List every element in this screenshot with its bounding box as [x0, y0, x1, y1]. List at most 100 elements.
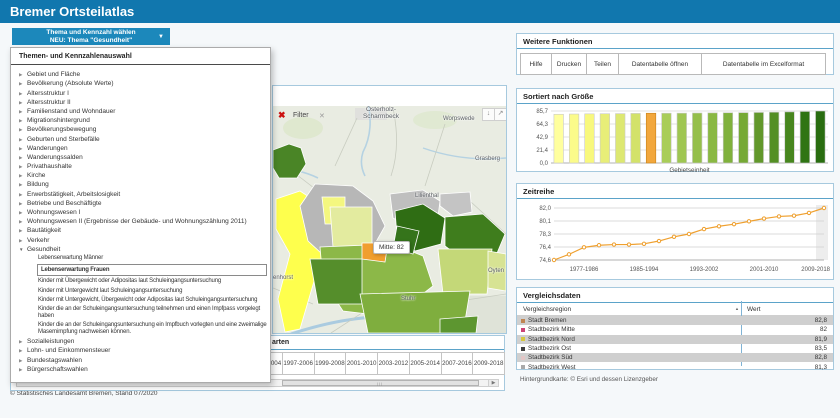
time-period-button[interactable]: 2007-2016 [441, 352, 474, 375]
menu-item[interactable]: ▶Kirche [14, 172, 267, 179]
table-row[interactable]: Stadtbezirk Ost83,5 [517, 344, 833, 353]
scrollbar-thumb[interactable]: ||| [282, 380, 479, 386]
function-button[interactable]: Drucken [551, 53, 587, 75]
menu-item[interactable]: ▶Wanderungen [14, 145, 267, 152]
function-button[interactable]: Teilen [586, 53, 619, 75]
menu-item[interactable]: ▼Gesundheit [14, 246, 267, 253]
menu-item[interactable]: ▶Bundestagswahlen [14, 357, 267, 364]
menu-item[interactable]: Kinder mit Untergewicht laut Schuleingan… [14, 288, 267, 295]
menu-item[interactable]: ▶Altersstruktur I [14, 90, 267, 97]
data-point-marker[interactable] [612, 243, 615, 246]
bar[interactable] [800, 111, 810, 163]
bar[interactable] [723, 113, 733, 163]
menu-item[interactable]: Kinder die an der Schuleingangsuntersuch… [14, 322, 267, 336]
menu-item[interactable]: Kinder die an der Schuleingangsuntersuch… [14, 306, 267, 320]
column-header-region[interactable]: Vergleichsregion [523, 306, 735, 313]
menu-item[interactable]: ▶Privathaushalte [14, 163, 267, 170]
menu-item[interactable]: ▶Bevölkerung (Absolute Werte) [14, 80, 267, 87]
bar[interactable] [631, 113, 641, 163]
bar[interactable] [585, 114, 595, 163]
menu-item[interactable]: ▶Bautätigkeit [14, 227, 267, 234]
table-row[interactable]: Stadtbezirk Mitte82 [517, 325, 833, 334]
bar[interactable] [662, 113, 672, 163]
table-row[interactable]: Stadtbezirk West81,3 [517, 362, 833, 371]
data-point-marker[interactable] [627, 243, 630, 246]
data-point-marker[interactable] [777, 215, 780, 218]
menu-item[interactable]: ▶Wohnungswesen I [14, 209, 267, 216]
table-row[interactable]: Stadtbezirk Nord81,9 [517, 335, 833, 344]
time-period-button[interactable]: 2001-2010 [345, 352, 378, 375]
time-period-button[interactable]: 2009-2018 [472, 352, 505, 375]
data-point-marker[interactable] [822, 206, 825, 209]
menu-item[interactable]: ▶Wanderungssalden [14, 154, 267, 161]
data-point-marker[interactable] [582, 246, 585, 249]
menu-item[interactable]: ▶Bürgerschaftswahlen [14, 366, 267, 373]
bar[interactable] [739, 113, 749, 163]
data-point-marker[interactable] [672, 235, 675, 238]
bar-highlighted[interactable] [646, 113, 656, 163]
data-point-marker[interactable] [717, 225, 720, 228]
data-point-marker[interactable] [747, 220, 750, 223]
data-point-marker[interactable] [567, 253, 570, 256]
clear-filter-icon[interactable]: ✕ [319, 112, 325, 120]
data-point-marker[interactable] [552, 258, 555, 261]
scroll-right-icon[interactable]: ▶ [488, 380, 498, 386]
data-point-marker[interactable] [642, 242, 645, 245]
bar[interactable] [600, 114, 610, 163]
menu-item[interactable]: ▶Verkehr [14, 237, 267, 244]
expand-map-icon[interactable]: ↗ [494, 108, 506, 121]
table-row[interactable]: Stadtbezirk Süd82,8 [517, 353, 833, 362]
bar[interactable] [816, 111, 826, 163]
function-button[interactable]: Hilfe [520, 53, 552, 75]
time-period-button[interactable]: 2005-2014 [409, 352, 442, 375]
theme-selector-button[interactable]: Thema und Kennzahl wählen NEU: Thema "Ge… [12, 28, 170, 45]
menu-item[interactable]: ▶Migrationshintergrund [14, 117, 267, 124]
data-point-marker[interactable] [597, 244, 600, 247]
menu-item-selected[interactable]: Lebenserwartung Frauen [37, 264, 267, 276]
data-point-marker[interactable] [702, 227, 705, 230]
remove-filter-icon[interactable]: ✖ [278, 110, 286, 121]
menu-item[interactable]: ▶Gebiet und Fläche [14, 71, 267, 78]
line-chart[interactable]: 82,080,178,376,474,61977-19861985-199419… [518, 201, 832, 281]
data-point-marker[interactable] [807, 211, 810, 214]
menu-item[interactable]: ▶Erwerbstätigkeit, Arbeitslosigkeit [14, 191, 267, 198]
bar[interactable] [769, 112, 779, 163]
bar[interactable] [785, 112, 795, 163]
menu-item[interactable]: ▶Bevölkerungsbewegung [14, 126, 267, 133]
menu-item[interactable]: ▶Wohnungswesen II (Ergebnisse der Gebäud… [14, 218, 267, 225]
menu-item[interactable]: ▶Betriebe und Beschäftigte [14, 200, 267, 207]
chevron-collapsed-icon: ▶ [14, 154, 27, 161]
menu-item[interactable]: ▶Bildung [14, 181, 267, 188]
bar[interactable] [692, 113, 702, 163]
data-point-marker[interactable] [792, 214, 795, 217]
time-period-button[interactable]: 1997-2006 [282, 352, 315, 375]
map-canvas[interactable] [273, 106, 506, 333]
menu-item[interactable]: Lebenserwartung Männer [14, 255, 267, 262]
column-header-value[interactable]: Wert [747, 306, 761, 313]
data-point-marker[interactable] [687, 232, 690, 235]
data-point-marker[interactable] [732, 222, 735, 225]
data-point-marker[interactable] [762, 217, 765, 220]
map-viewport[interactable]: Osterholz- Scharmbeck Worpswede Grasberg… [273, 106, 506, 333]
bar[interactable] [677, 113, 687, 163]
data-point-marker[interactable] [657, 239, 660, 242]
function-button[interactable]: Datentabelle öffnen [618, 53, 702, 75]
menu-item[interactable]: ▶Lohn- und Einkommensteuer [14, 347, 267, 354]
bar[interactable] [754, 112, 764, 163]
bar-chart[interactable]: 85,764,342,921,40,0Gebietseinheit [518, 106, 832, 174]
menu-item[interactable]: ▶Altersstruktur II [14, 99, 267, 106]
menu-item[interactable]: Kinder mit Übergewicht oder Adipositas l… [14, 278, 267, 285]
menu-item[interactable]: ▶Sozialleistungen [14, 338, 267, 345]
x-tick-label: 1977-1986 [570, 267, 599, 273]
menu-item[interactable]: ▶Geburten und Sterbefälle [14, 136, 267, 143]
bar[interactable] [708, 113, 718, 163]
menu-item[interactable]: Kinder mit Untergewicht, Übergewicht ode… [14, 297, 267, 304]
time-period-button[interactable]: 1999-2008 [314, 352, 347, 375]
bar[interactable] [554, 114, 564, 163]
bar[interactable] [569, 114, 579, 163]
time-period-button[interactable]: 2003-2012 [377, 352, 410, 375]
function-button[interactable]: Datentabelle im Excelformat [701, 53, 826, 75]
table-row[interactable]: Stadt Bremen82,8 [517, 316, 833, 325]
bar[interactable] [615, 114, 625, 163]
menu-item[interactable]: ▶Familienstand und Wohndauer [14, 108, 267, 115]
